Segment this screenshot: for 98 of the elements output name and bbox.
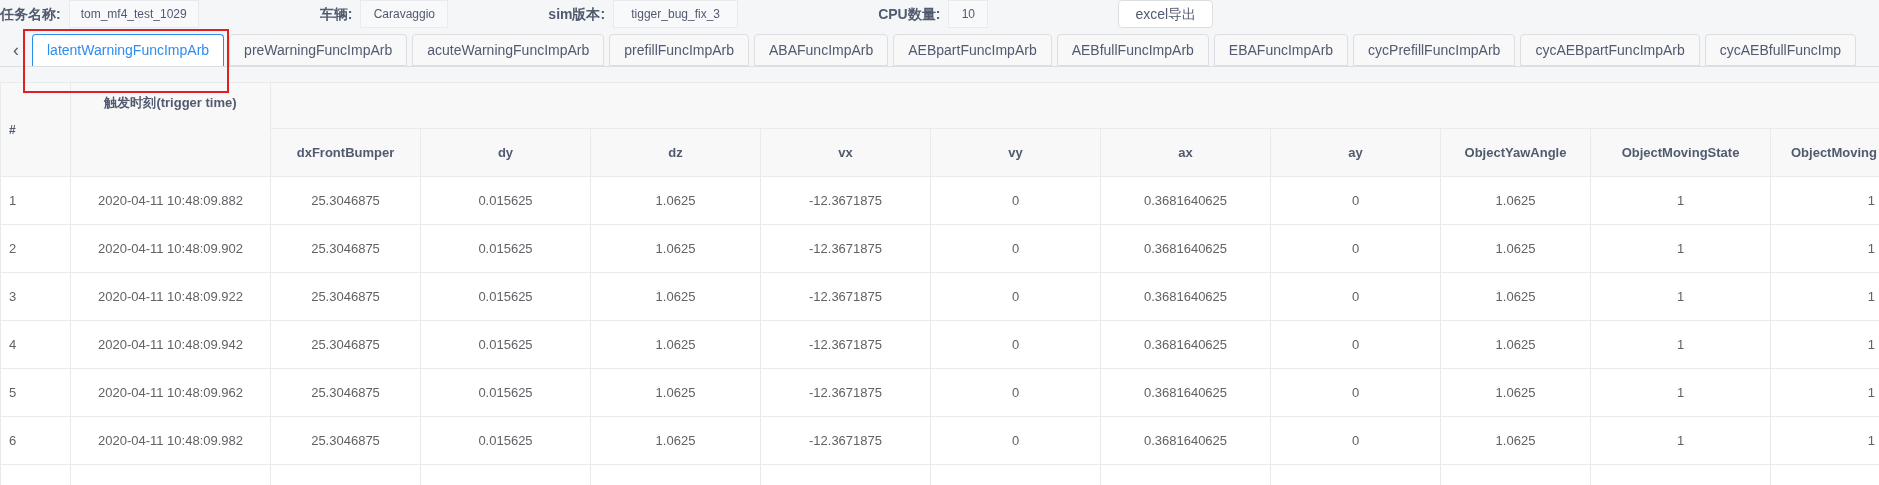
tab[interactable]: ABAFuncImpArb bbox=[754, 34, 889, 66]
table-cell: 1 bbox=[1590, 320, 1771, 369]
table-cell: 0.3681640625 bbox=[1100, 176, 1271, 225]
table-cell: 1.0625 bbox=[590, 272, 761, 321]
table-cell: 0 bbox=[930, 224, 1101, 273]
table-cell: 2020-04-11 10:48:09.962 bbox=[70, 368, 271, 417]
tab[interactable]: cycAEBfullFuncImp bbox=[1704, 34, 1857, 66]
table-cell: -12.3671875 bbox=[760, 416, 931, 465]
table-cell: 25.3046875 bbox=[270, 416, 421, 465]
table-cell: 1 bbox=[0, 176, 71, 225]
table-cell: 1.0625 bbox=[1440, 224, 1591, 273]
table-cell: 0.015625 bbox=[420, 320, 591, 369]
table-cell: 0 bbox=[1270, 176, 1441, 225]
table-cell: 1.0625 bbox=[590, 320, 761, 369]
table-cell: 1 bbox=[1590, 368, 1771, 417]
table-cell: 0 bbox=[1270, 320, 1441, 369]
table-cell: 0.3681640625 bbox=[1100, 272, 1271, 321]
table-cell: -12.3671875 bbox=[760, 272, 931, 321]
tab[interactable]: prefillFuncImpArb bbox=[609, 34, 749, 66]
filter-field[interactable]: tom_mf4_test_1029 bbox=[68, 0, 199, 28]
table-cell: 0.015625 bbox=[420, 176, 591, 225]
filter-label: 车辆: bbox=[319, 4, 354, 24]
header-cell: vy bbox=[930, 128, 1101, 177]
tab[interactable]: latentWarningFuncImpArb bbox=[32, 34, 225, 66]
tab[interactable]: cycAEBpartFuncImpArb bbox=[1520, 34, 1700, 66]
table-cell: 0.3681640625 bbox=[1100, 320, 1271, 369]
table-cell: 0.3681640625 bbox=[1100, 416, 1271, 465]
header-cell: dy bbox=[420, 128, 591, 177]
table-cell: 1.0625 bbox=[1440, 368, 1591, 417]
header-cell: # bbox=[0, 82, 71, 177]
table-cell: 0 bbox=[1270, 224, 1441, 273]
table-cell: 0.015625 bbox=[420, 272, 591, 321]
tab[interactable]: AEBfullFuncImpArb bbox=[1056, 34, 1209, 66]
table-cell: 0 bbox=[1270, 368, 1441, 417]
table-cell: 2020-04-11 10:48:09.922 bbox=[70, 272, 271, 321]
header-cell: ObjectMovingState bbox=[1590, 128, 1771, 177]
table-cell: 1.0625 bbox=[590, 176, 761, 225]
header-cell: dz bbox=[590, 128, 761, 177]
table-cell: 1 bbox=[1590, 416, 1771, 465]
table-cell: 0.015625 bbox=[420, 368, 591, 417]
table-cell: 2020-04-11 10:48:09.882 bbox=[70, 176, 271, 225]
table-cell: 0 bbox=[930, 272, 1101, 321]
table-cell: 25.3046875 bbox=[270, 320, 421, 369]
table-cell: 0 bbox=[930, 368, 1101, 417]
header-cell: vx bbox=[760, 128, 931, 177]
tab[interactable]: cycPrefillFuncImpArb bbox=[1353, 34, 1516, 66]
table-cell: 2 bbox=[0, 224, 71, 273]
table-cell: 0.3681640625 bbox=[1100, 368, 1271, 417]
table-cell: 1.0625 bbox=[1440, 272, 1591, 321]
header-cell: dxFrontBumper bbox=[270, 128, 421, 177]
table-cell: 6 bbox=[0, 416, 71, 465]
table-cell: 0 bbox=[930, 320, 1101, 369]
header-cell: ay bbox=[1270, 128, 1441, 177]
table-cell: 1.0625 bbox=[1440, 416, 1591, 465]
header-cell: ax bbox=[1100, 128, 1271, 177]
table-cell: 1.0625 bbox=[1440, 320, 1591, 369]
filter-label: sim版本: bbox=[548, 4, 607, 24]
table-cell: 2020-04-11 10:48:09.902 bbox=[70, 224, 271, 273]
table-cell: 0.015625 bbox=[420, 416, 591, 465]
table-cell: -12.3671875 bbox=[760, 176, 931, 225]
excel-export-button[interactable]: excel导出 bbox=[1118, 0, 1214, 28]
table-cell: 1 bbox=[1590, 224, 1771, 273]
table-cell: 25.3046875 bbox=[270, 176, 421, 225]
table-cell: 25.3046875 bbox=[270, 368, 421, 417]
filter-field[interactable]: 10 bbox=[948, 0, 989, 28]
table-cell: 5 bbox=[0, 368, 71, 417]
table-cell: 2020-04-11 10:48:09.942 bbox=[70, 320, 271, 369]
table-cell: 0.015625 bbox=[420, 224, 591, 273]
table-cell: 1 bbox=[1590, 176, 1771, 225]
table-cell: -12.3671875 bbox=[760, 224, 931, 273]
table-cell: -12.3671875 bbox=[760, 368, 931, 417]
header-cell: ObjectYawAngle bbox=[1440, 128, 1591, 177]
tab[interactable]: preWarningFuncImpArb bbox=[229, 34, 408, 66]
filter-label: 任务名称: bbox=[0, 4, 62, 24]
table-cell: 1.0625 bbox=[1440, 176, 1591, 225]
table-cell: 0 bbox=[930, 176, 1101, 225]
table-cell: 25.3046875 bbox=[270, 224, 421, 273]
table-cell: 1.0625 bbox=[590, 224, 761, 273]
filter-field[interactable]: tigger_bug_fix_3 bbox=[613, 0, 739, 28]
tab[interactable]: AEBpartFuncImpArb bbox=[893, 34, 1052, 66]
filter-label: CPU数量: bbox=[878, 4, 942, 24]
table-cell: 1.0625 bbox=[590, 368, 761, 417]
table-cell: 1.0625 bbox=[590, 416, 761, 465]
filter-field[interactable]: Caravaggio bbox=[360, 0, 449, 28]
table-cell: 0 bbox=[1270, 272, 1441, 321]
table-cell: 0 bbox=[930, 416, 1101, 465]
table-cell: 0 bbox=[1270, 416, 1441, 465]
header-cell: 触发时刻(trigger time) bbox=[70, 82, 271, 177]
tabs-prev-button[interactable]: ‹ bbox=[0, 34, 32, 66]
tab[interactable]: acuteWarningFuncImpArb bbox=[412, 34, 605, 66]
tab[interactable]: EBAFuncImpArb bbox=[1213, 34, 1349, 66]
table-cell: 0.3681640625 bbox=[1100, 224, 1271, 273]
table-cell: 1 bbox=[1590, 272, 1771, 321]
table-cell: 25.3046875 bbox=[270, 272, 421, 321]
table-cell: 2020-04-11 10:48:09.982 bbox=[70, 416, 271, 465]
table-cell: 4 bbox=[0, 320, 71, 369]
table-cell: 3 bbox=[0, 272, 71, 321]
table-cell: -12.3671875 bbox=[760, 320, 931, 369]
